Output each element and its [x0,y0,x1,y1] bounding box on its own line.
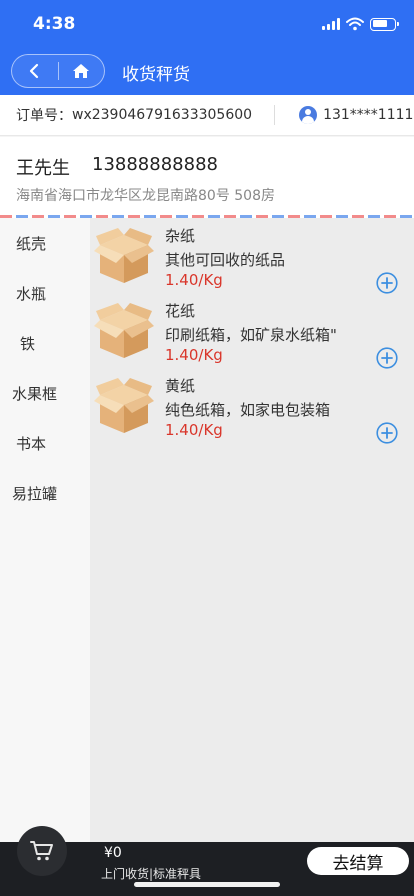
back-button[interactable] [12,55,58,87]
product-item: 花纸 印刷纸箱，如矿泉水纸箱" 1.40/Kg [90,296,414,371]
nav-capsule [11,54,105,88]
home-indicator [134,882,280,887]
battery-icon [370,17,399,31]
cardboard-box-icon [94,303,154,358]
category-item-iron[interactable]: 铁 [0,318,90,368]
product-price: 1.40/Kg [165,346,223,364]
checkout-button[interactable]: 去结算 [307,847,409,875]
category-label: 水果框 [12,384,58,403]
category-label: 水瓶 [16,284,47,303]
product-name: 花纸 [165,302,196,320]
shopping-cart-icon [30,841,53,861]
product-description: 印刷纸箱，如矿泉水纸箱" [165,326,337,344]
cart-total: ¥0 [104,845,122,861]
product-description: 纯色纸箱，如家电包装箱 [165,401,331,419]
cellular-signal-icon [322,18,340,30]
category-label: 铁 [20,334,36,353]
status-time: 4:38 [33,14,76,34]
category-sidebar: 纸壳 水瓶 铁 水果框 书本 易拉罐 [0,218,90,842]
product-description: 其他可回收的纸品 [165,251,286,269]
status-icons [322,14,399,34]
category-item-books[interactable]: 书本 [0,418,90,468]
app-header: 4:38 收货秤货 [0,0,414,95]
category-item-bottle[interactable]: 水瓶 [0,268,90,318]
order-number: wx239046791633305600 [72,107,253,123]
add-circle-icon[interactable] [376,347,398,369]
cart-button[interactable] [17,826,67,876]
page-title: 收货秤货 [122,65,190,85]
product-list: 杂纸 其他可回收的纸品 1.40/Kg 花纸 印刷纸箱，如矿泉水纸箱" 1.40… [90,218,414,842]
category-label: 易拉罐 [12,484,58,503]
product-price: 1.40/Kg [165,271,223,289]
category-item-paper-shell[interactable]: 纸壳 [0,218,90,268]
wifi-icon [346,17,364,31]
product-item: 杂纸 其他可回收的纸品 1.40/Kg [90,221,414,296]
cardboard-box-icon [94,228,154,283]
product-name: 黄纸 [165,377,196,395]
category-label: 纸壳 [16,234,47,253]
user-icon [299,106,318,124]
order-bar-divider [274,105,276,125]
user-phone: 131****1111 [323,107,414,123]
home-icon [73,64,90,78]
contact-phone: 13888888888 [92,154,218,175]
add-circle-icon[interactable] [376,272,398,294]
add-circle-icon[interactable] [376,422,398,444]
address-card[interactable]: 王先生 13888888888 海南省海口市龙华区龙昆南路80号 508房 [0,137,414,216]
service-note: 上门收货|标准秤具 [101,867,202,881]
cardboard-box-icon [94,378,154,433]
product-price: 1.40/Kg [165,421,223,439]
category-item-cans[interactable]: 易拉罐 [0,468,90,518]
product-item: 黄纸 纯色纸箱，如家电包装箱 1.40/Kg [90,371,414,446]
category-label: 书本 [16,434,47,453]
address-line: 海南省海口市龙华区龙昆南路80号 508房 [16,188,275,204]
category-item-fruit-crate[interactable]: 水果框 [0,368,90,418]
chevron-left-icon [29,63,38,79]
home-button[interactable] [58,55,104,87]
contact-name: 王先生 [16,158,70,179]
order-number-label: 订单号： [16,108,72,124]
product-name: 杂纸 [165,227,196,245]
order-info-bar: 订单号： wx239046791633305600 131****1111 [0,95,414,136]
